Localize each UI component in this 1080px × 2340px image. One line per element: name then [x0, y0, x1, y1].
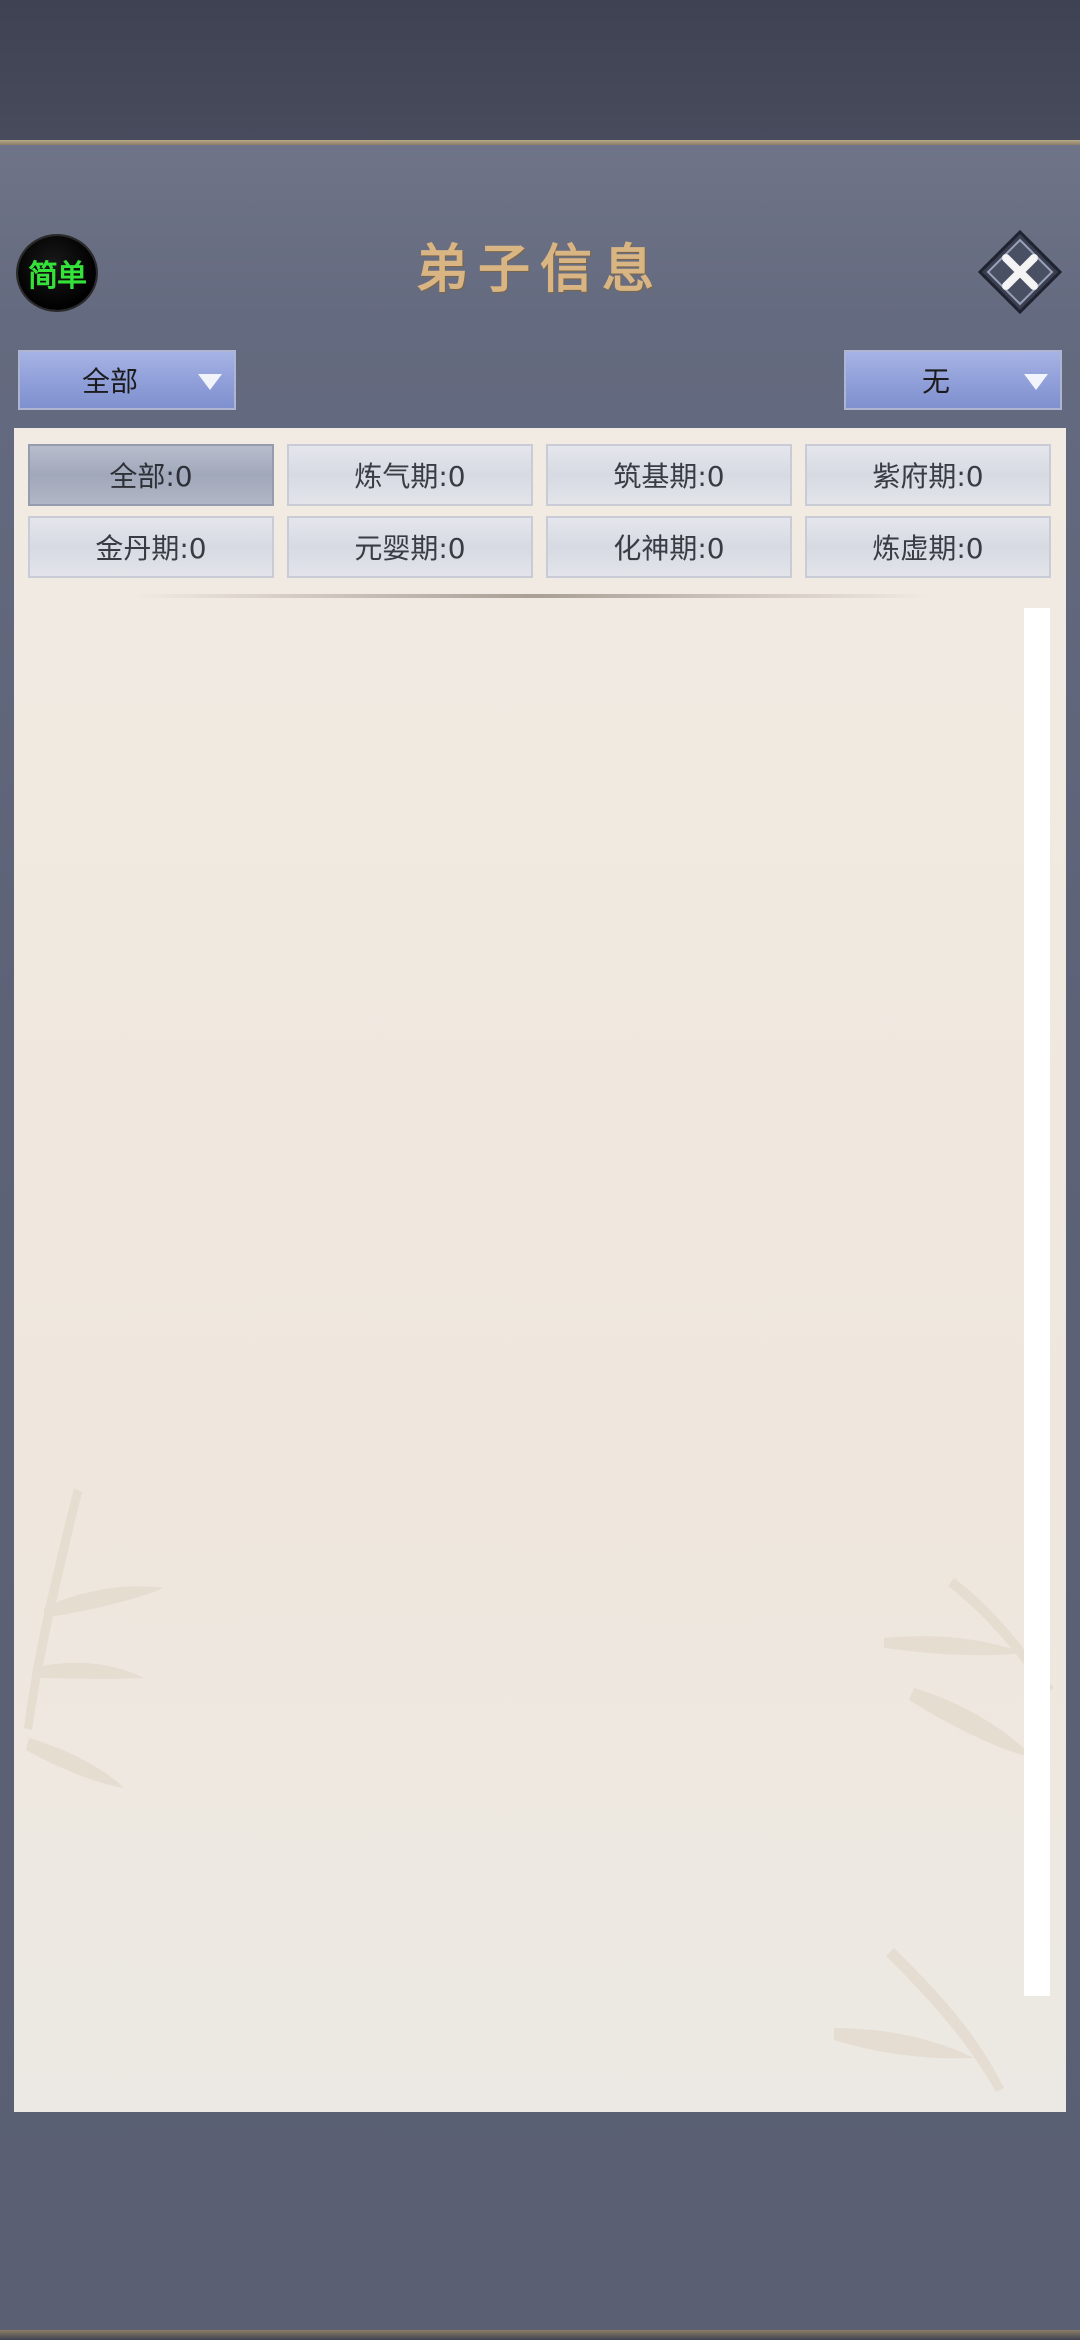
tab-label: 化神期:0 [613, 532, 725, 565]
tab-purple-mansion[interactable]: 紫府期:0 [805, 444, 1051, 506]
chevron-down-icon [198, 374, 222, 390]
scrollbar[interactable] [1024, 608, 1050, 1996]
tab-spirit-transformation[interactable]: 化神期:0 [546, 516, 792, 578]
tab-foundation[interactable]: 筑基期:0 [546, 444, 792, 506]
close-icon [977, 229, 1063, 315]
bamboo-decoration [24, 1488, 1054, 2092]
realm-tabs: 全部:0 炼气期:0 筑基期:0 紫府期:0 金丹期:0 元婴期:0 化神期:0… [28, 444, 1052, 578]
tab-nascent-soul[interactable]: 元婴期:0 [287, 516, 533, 578]
top-strip [0, 0, 1080, 140]
simple-mode-button[interactable]: 简单 [18, 236, 96, 310]
tab-label: 元婴期:0 [354, 532, 466, 565]
tab-label: 金丹期:0 [95, 532, 207, 565]
page-title: 弟子信息 [415, 239, 664, 300]
filter-dropdown[interactable]: 全部 [18, 350, 236, 410]
simple-mode-label: 简单 [28, 259, 87, 294]
tab-label: 紫府期:0 [872, 460, 984, 493]
panel-bottom-border [0, 2330, 1080, 2340]
tab-all[interactable]: 全部:0 [28, 444, 274, 506]
disciple-list-panel: 全部:0 炼气期:0 筑基期:0 紫府期:0 金丹期:0 元婴期:0 化神期:0… [14, 428, 1066, 2112]
tab-qi-refining[interactable]: 炼气期:0 [287, 444, 533, 506]
tab-label: 筑基期:0 [613, 460, 725, 493]
sort-dropdown[interactable]: 无 [844, 350, 1062, 410]
chevron-down-icon [1024, 374, 1048, 390]
tab-label: 全部:0 [109, 460, 193, 493]
divider [134, 594, 934, 598]
tab-label: 炼虚期:0 [872, 532, 984, 565]
tab-golden-core[interactable]: 金丹期:0 [28, 516, 274, 578]
close-button[interactable] [977, 229, 1063, 315]
tab-void-refining[interactable]: 炼虚期:0 [805, 516, 1051, 578]
tab-label: 炼气期:0 [354, 460, 466, 493]
